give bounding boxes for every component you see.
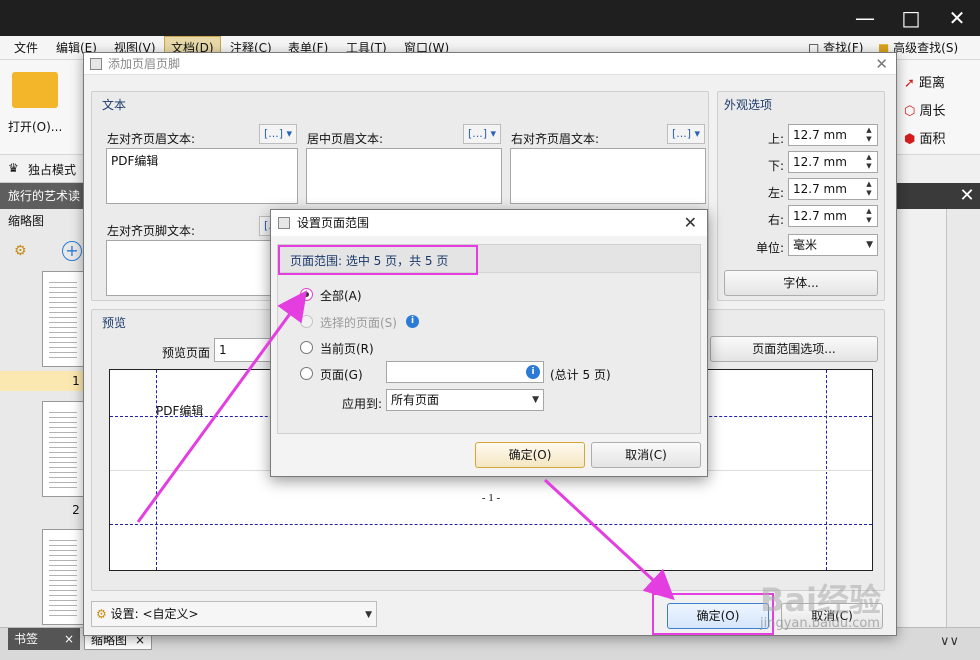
watermark-url: jingyan.baidu.com (760, 616, 880, 631)
watermark-logo: Bai经验 (760, 581, 881, 619)
annotation-arrows (136, 290, 675, 601)
arrow-to-all-option (136, 290, 308, 523)
arrow-to-ok-button (543, 478, 675, 601)
